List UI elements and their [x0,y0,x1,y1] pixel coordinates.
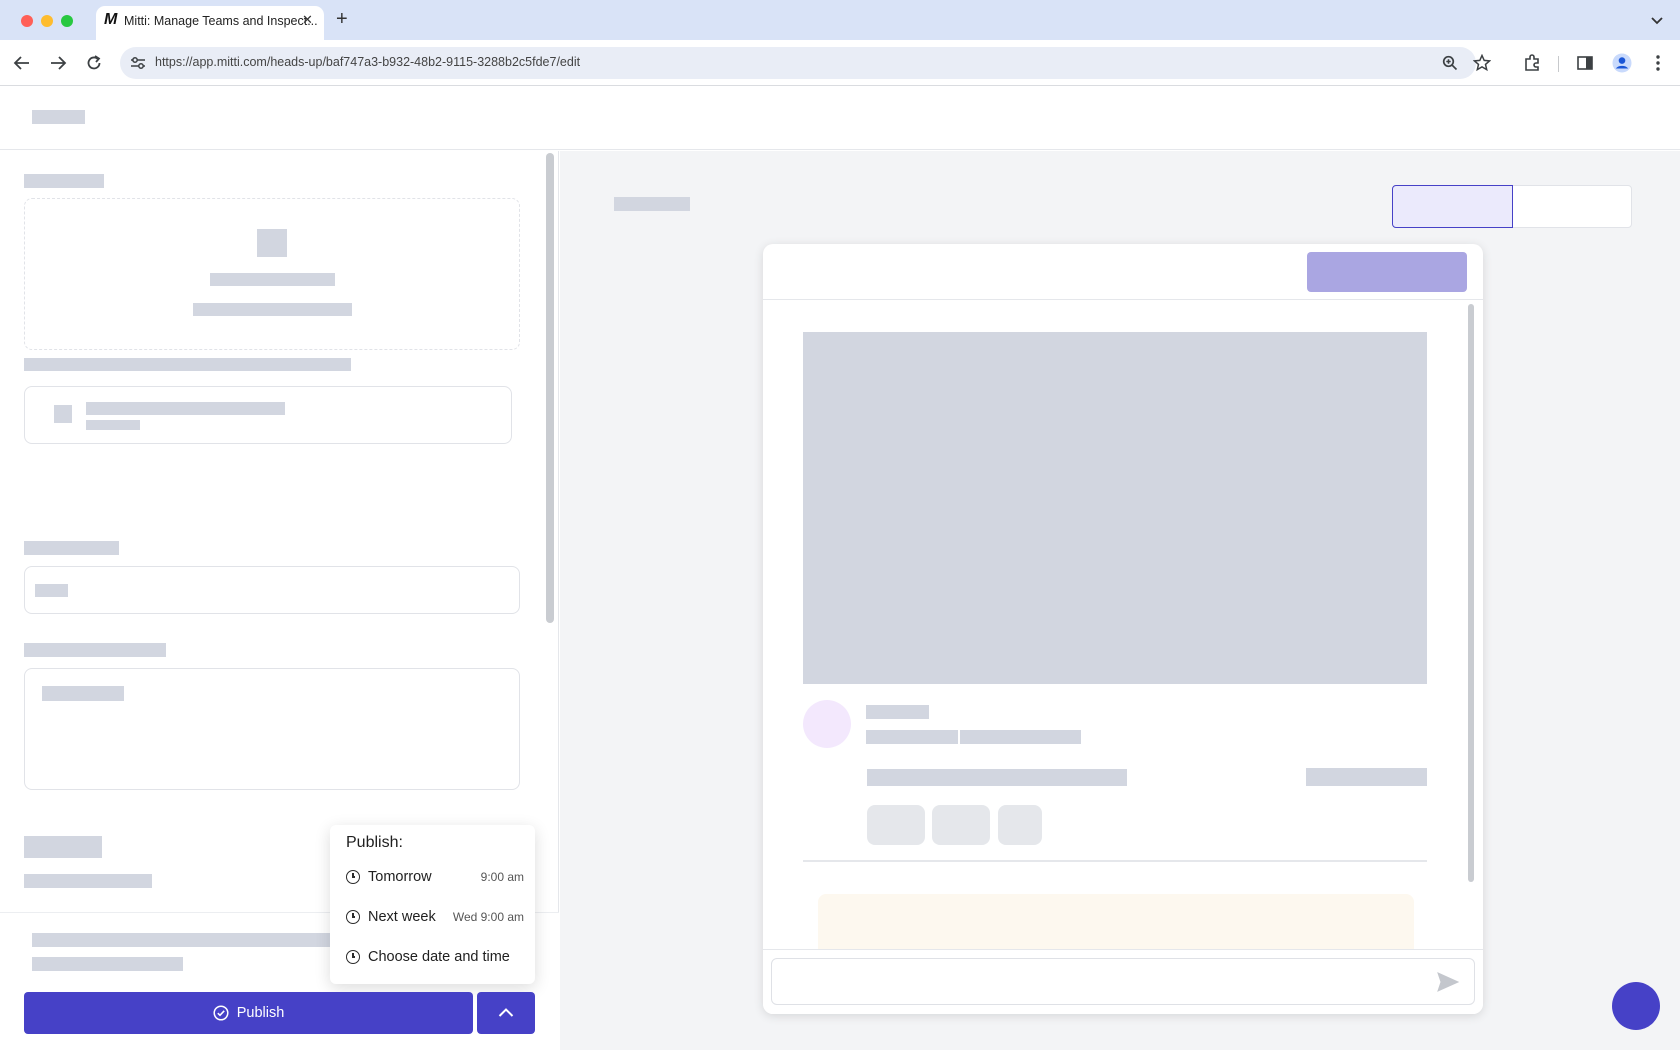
extensions-icon[interactable] [1523,54,1541,72]
url-text[interactable]: https://app.mitti.com/heads-up/baf747a3-… [155,55,580,69]
title-input[interactable] [24,566,520,614]
preview-action-button[interactable] [1307,252,1467,292]
check-circle-icon [213,1005,229,1021]
site-settings-icon[interactable] [130,56,146,70]
reaction-chip-3[interactable] [998,805,1042,845]
author-avatar [803,700,851,748]
tab-search-chevron-icon[interactable] [1650,14,1664,26]
section-label-placeholder [24,874,152,888]
publish-options-toggle[interactable] [477,992,535,1034]
reload-icon[interactable] [85,54,103,72]
profile-avatar-icon[interactable] [1612,53,1632,73]
body-textarea-placeholder [42,686,124,701]
publish-option-custom[interactable]: Choose date and time [346,945,524,969]
publish-option-label: Next week [368,909,436,925]
media-label-placeholder [24,174,104,188]
preview-composer [763,949,1483,1014]
publish-option-label: Tomorrow [368,869,432,885]
publish-option-label: Choose date and time [368,949,510,965]
author-meta-2-placeholder [960,730,1081,744]
clock-icon [346,950,360,964]
footer-summary-sub-placeholder [32,957,183,971]
close-window-icon[interactable] [21,15,33,27]
editor-scrollbar[interactable] [546,153,554,623]
app-header [0,86,1680,150]
author-meta-placeholder [866,730,958,744]
browser-menu-icon[interactable] [1653,54,1663,72]
body-label-placeholder [24,643,166,657]
preview-divider [803,860,1427,862]
publish-option-next-week[interactable]: Next week Wed 9:00 am [346,905,524,929]
zoom-icon[interactable] [1442,55,1458,71]
side-panel-icon[interactable] [1577,55,1593,71]
preview-scrollbar[interactable] [1468,304,1474,882]
publish-option-time: Wed 9:00 am [452,910,524,924]
comment-input[interactable] [771,958,1475,1005]
clock-icon [346,910,360,924]
address-bar[interactable]: https://app.mitti.com/heads-up/baf747a3-… [120,47,1476,79]
chevron-up-icon [498,1008,514,1017]
preview-notice-card [818,894,1414,956]
back-icon[interactable] [13,55,31,71]
reaction-chip-2[interactable] [932,805,990,845]
section-heading-placeholder [24,836,102,858]
preview-topbar [763,244,1483,300]
footer-summary-placeholder [32,933,348,947]
attachment-meta-placeholder [86,420,140,430]
attachment-name-placeholder [86,402,285,415]
preview-toggle [1392,185,1632,228]
minimize-window-icon[interactable] [41,15,53,27]
title-input-placeholder [35,584,68,597]
post-stat-placeholder [867,769,1127,786]
title-label-placeholder [24,541,119,555]
bookmark-star-icon[interactable] [1473,54,1491,72]
post-stat-right-placeholder [1306,768,1427,786]
dropzone-text-placeholder [210,273,335,286]
toolbar-divider [1558,56,1559,72]
chat-launcher-button[interactable] [1612,982,1660,1030]
preview-image-placeholder [803,332,1427,684]
reaction-chip-1[interactable] [867,805,925,845]
forward-icon[interactable] [49,55,67,71]
dropzone-hint-placeholder [193,303,352,316]
publish-menu-title: Publish: [346,834,403,851]
publish-button[interactable]: Publish [24,992,473,1034]
new-tab-icon[interactable]: + [336,8,348,31]
publish-option-time: 9:00 am [480,870,524,884]
publish-schedule-menu: Publish: Tomorrow 9:00 am Next week Wed … [330,825,535,984]
tab-title: Mitti: Manage Teams and Inspect... [124,14,318,28]
author-name-placeholder [866,705,929,719]
publish-option-tomorrow[interactable]: Tomorrow 9:00 am [346,865,524,889]
attachment-icon-placeholder [54,405,72,423]
body-textarea[interactable] [24,668,520,790]
preview-toggle-option-1[interactable] [1392,185,1513,228]
upload-icon-placeholder [257,229,287,257]
preview-toggle-option-2[interactable] [1513,186,1632,227]
preview-title-placeholder [614,197,690,211]
browser-tab-strip: M Mitti: Manage Teams and Inspect... ✕ + [0,0,1680,40]
helper-text-placeholder [24,358,351,371]
clock-icon [346,870,360,884]
media-dropzone[interactable] [24,198,520,350]
phone-preview [763,244,1483,1014]
header-title-placeholder [32,110,85,124]
attachment-card[interactable] [24,386,512,444]
browser-tab[interactable]: M Mitti: Manage Teams and Inspect... ✕ [96,6,324,40]
send-icon[interactable] [1437,972,1459,992]
tab-close-icon[interactable]: ✕ [302,12,313,28]
mitti-logo-icon: M [104,11,118,28]
maximize-window-icon[interactable] [61,15,73,27]
publish-button-label: Publish [236,1005,285,1021]
